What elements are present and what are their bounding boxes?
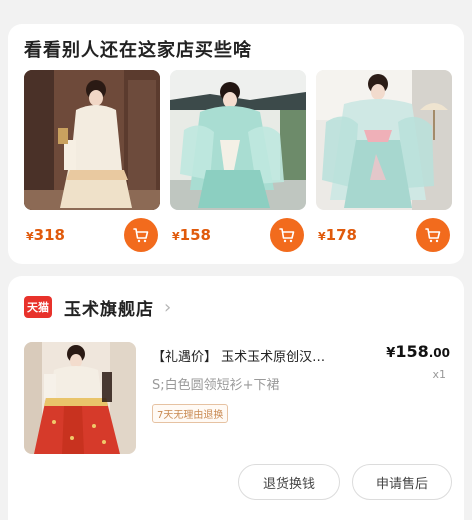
cart-icon: [279, 228, 295, 243]
product-image[interactable]: [24, 70, 160, 210]
tmall-logo-icon: 天猫: [24, 296, 52, 318]
order-quantity: x1: [432, 368, 446, 381]
product-card[interactable]: ¥318: [24, 70, 160, 256]
order-product-image[interactable]: [24, 342, 136, 454]
cart-icon: [425, 228, 441, 243]
product-price: ¥158: [172, 226, 211, 244]
after-sale-button[interactable]: 申请售后: [352, 464, 452, 500]
store-name[interactable]: 玉术旗舰店: [64, 295, 154, 320]
recommendation-card: 看看别人还在这家店买些啥 ¥318 ¥158 ¥178: [8, 24, 464, 264]
product-image[interactable]: [316, 70, 452, 210]
add-to-cart-button[interactable]: [270, 218, 304, 252]
cart-icon: [133, 228, 149, 243]
order-product-title[interactable]: 【礼遇价】 玉术玉术原创汉…: [152, 346, 382, 365]
product-price: ¥318: [26, 226, 65, 244]
product-card[interactable]: ¥158: [170, 70, 306, 256]
store-header[interactable]: 天猫 玉术旗舰店 ›: [24, 294, 171, 320]
add-to-cart-button[interactable]: [416, 218, 450, 252]
return-refund-button[interactable]: 退货换钱: [238, 464, 340, 500]
section-title: 看看别人还在这家店买些啥: [24, 40, 252, 61]
product-image[interactable]: [170, 70, 306, 210]
add-to-cart-button[interactable]: [124, 218, 158, 252]
order-card: 天猫 玉术旗舰店 › 【礼遇价】 玉术玉术原创汉… ¥158.00 x1 S;白…: [8, 276, 464, 520]
product-price: ¥178: [318, 226, 357, 244]
chevron-right-icon[interactable]: ›: [164, 297, 171, 318]
service-tag: 7天无理由退换: [152, 404, 229, 423]
order-spec: S;白色圆领短衫+下裙: [152, 378, 280, 393]
product-card[interactable]: ¥178: [316, 70, 452, 256]
order-price: ¥158.00: [386, 342, 450, 361]
